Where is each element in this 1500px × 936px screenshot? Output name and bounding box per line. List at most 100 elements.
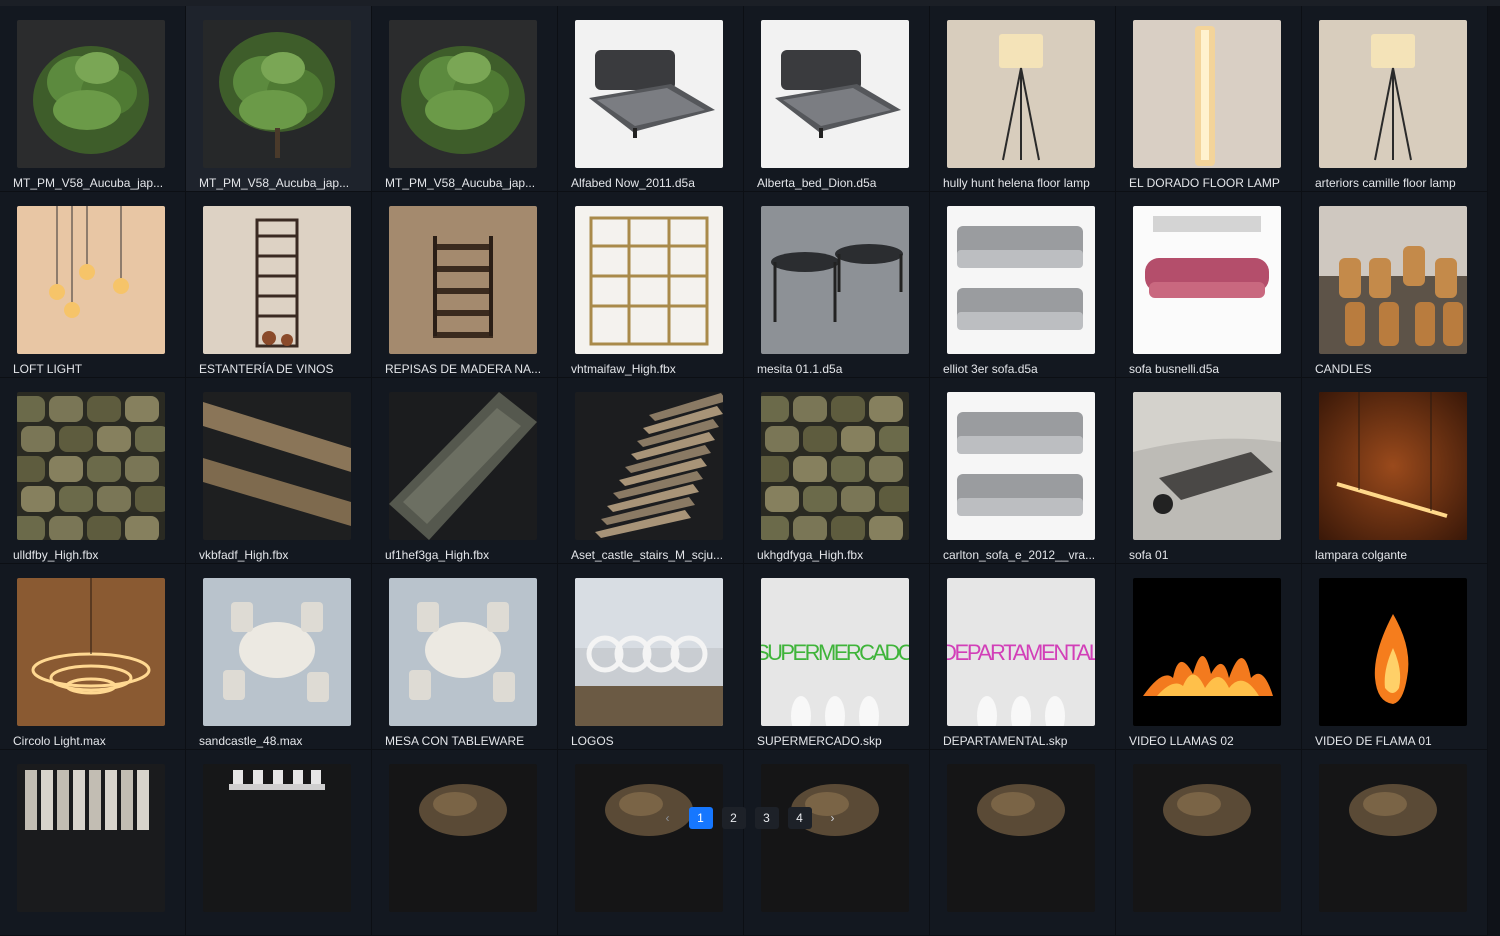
asset-card[interactable]: sofa busnelli.d5a (1116, 192, 1302, 378)
bed-icon (761, 20, 909, 168)
asset-card[interactable]: vhtmaifaw_High.fbx (558, 192, 744, 378)
asset-name: elliot 3er sofa.d5a (943, 362, 1038, 376)
asset-card[interactable]: lampara colgante (1302, 378, 1488, 564)
rock-icon (575, 764, 723, 912)
asset-card[interactable]: arteriors camille floor lamp (1302, 6, 1488, 192)
plant-dark-icon (17, 20, 165, 168)
bed-icon (575, 20, 723, 168)
asset-name: Alfabed Now_2011.d5a (571, 176, 695, 190)
asset-card[interactable] (1302, 750, 1488, 936)
asset-name: arteriors camille floor lamp (1315, 176, 1456, 190)
asset-card[interactable]: EL DORADO FLOOR LAMP (1116, 6, 1302, 192)
asset-name: LOGOS (571, 734, 614, 748)
asset-name: MT_PM_V58_Aucuba_jap... (385, 176, 536, 190)
asset-name: VIDEO DE FLAMA 01 (1315, 734, 1432, 748)
asset-card[interactable]: mesita 01.1.d5a (744, 192, 930, 378)
asset-name: lampara colgante (1315, 548, 1408, 562)
asset-card[interactable]: hully hunt helena floor lamp (930, 6, 1116, 192)
asset-card[interactable]: sofa 01 (1116, 378, 1302, 564)
asset-card[interactable]: Alberta_bed_Dion.d5a (744, 6, 930, 192)
asset-card[interactable]: LOGOS (558, 564, 744, 750)
rock-icon (389, 764, 537, 912)
asset-name: mesita 01.1.d5a (757, 362, 843, 376)
linear-pendant-icon (1319, 392, 1467, 540)
dining-set-icon (203, 578, 351, 726)
page-button-1[interactable]: 1 (688, 807, 713, 829)
sofa-icon (947, 392, 1095, 540)
asset-name: vhtmaifaw_High.fbx (571, 362, 676, 376)
asset-card[interactable] (744, 750, 930, 936)
asset-name: sofa 01 (1129, 548, 1169, 562)
asset-card[interactable]: sandcastle_48.max (186, 564, 372, 750)
asset-card[interactable]: uf1hef3ga_High.fbx (372, 378, 558, 564)
asset-card[interactable]: Circolo Light.max (0, 564, 186, 750)
asset-card[interactable]: ukhgdfyga_High.fbx (744, 378, 930, 564)
daybed-icon (1133, 392, 1281, 540)
asset-card[interactable]: ulldfby_High.fbx (0, 378, 186, 564)
column-lamp-icon (1133, 20, 1281, 168)
sofa-icon (947, 206, 1095, 354)
asset-name: CANDLES (1315, 362, 1372, 376)
asset-name: Circolo Light.max (13, 734, 106, 748)
asset-card[interactable]: ESTANTERÍA DE VINOS (186, 192, 372, 378)
asset-name: uf1hef3ga_High.fbx (385, 548, 490, 562)
stairs-icon (575, 392, 723, 540)
asset-card[interactable]: MT_PM_V58_Aucuba_jap... (372, 6, 558, 192)
svg-text:SUPERMERCADO: SUPERMERCADO (761, 640, 909, 665)
rock-icon (1319, 764, 1467, 912)
asset-name: MT_PM_V58_Aucuba_jap... (199, 176, 350, 190)
stone-wall-icon (17, 392, 165, 540)
sign-text-icon: DEPARTAMENTAL (947, 578, 1095, 726)
asset-card[interactable]: VIDEO DE FLAMA 01 (1302, 564, 1488, 750)
asset-card[interactable] (930, 750, 1116, 936)
floor-lamp-icon (947, 20, 1095, 168)
side-tables-icon (761, 206, 909, 354)
asset-card[interactable]: SUPERMERCADO SUPERMERCADO.skp (744, 564, 930, 750)
asset-card[interactable] (1116, 750, 1302, 936)
asset-card[interactable]: vkbfadf_High.fbx (186, 378, 372, 564)
page-button-4[interactable]: 4 (787, 807, 812, 829)
asset-name: MT_PM_V58_Aucuba_jap... (13, 176, 164, 190)
page-button-2[interactable]: 2 (721, 807, 746, 829)
curtain-icon (17, 764, 165, 912)
tableware-icon (203, 764, 351, 912)
asset-card[interactable] (0, 750, 186, 936)
asset-name: MESA CON TABLEWARE (385, 734, 525, 748)
asset-card[interactable]: LOFT LIGHT (0, 192, 186, 378)
asset-card[interactable]: CANDLES (1302, 192, 1488, 378)
wall-shelves-icon (389, 206, 537, 354)
prev-page-button[interactable]: ‹ (656, 807, 680, 829)
asset-name: hully hunt helena floor lamp (943, 176, 1090, 190)
asset-name: EL DORADO FLOOR LAMP (1129, 176, 1280, 190)
asset-card[interactable]: MESA CON TABLEWARE (372, 564, 558, 750)
shelf-frame-icon (575, 206, 723, 354)
asset-name: carlton_sofa_e_2012__vra... (943, 548, 1096, 562)
asset-card[interactable]: MT_PM_V58_Aucuba_jap... (0, 6, 186, 192)
asset-name: ESTANTERÍA DE VINOS (199, 362, 334, 376)
asset-card[interactable] (186, 750, 372, 936)
asset-card[interactable] (372, 750, 558, 936)
asset-name: ukhgdfyga_High.fbx (757, 548, 864, 562)
asset-card[interactable]: MT_PM_V58_Aucuba_jap... (186, 6, 372, 192)
plant-tree-icon (203, 20, 351, 168)
next-page-button[interactable]: › (821, 807, 845, 829)
pagination: ‹ 1 2 3 4 › (0, 806, 1500, 829)
asset-name: Alberta_bed_Dion.d5a (757, 176, 877, 190)
asset-card[interactable]: REPISAS DE MADERA NA... (372, 192, 558, 378)
asset-card[interactable]: Alfabed Now_2011.d5a (558, 6, 744, 192)
asset-name: DEPARTAMENTAL.skp (943, 734, 1068, 748)
page-button-3[interactable]: 3 (754, 807, 779, 829)
asset-card[interactable]: elliot 3er sofa.d5a (930, 192, 1116, 378)
rock-icon (1133, 764, 1281, 912)
asset-card[interactable]: DEPARTAMENTAL DEPARTAMENTAL.skp (930, 564, 1116, 750)
asset-card[interactable] (558, 750, 744, 936)
asset-card[interactable]: carlton_sofa_e_2012__vra... (930, 378, 1116, 564)
logo-rings-icon (575, 578, 723, 726)
asset-name: SUPERMERCADO.skp (757, 734, 882, 748)
asset-name: sandcastle_48.max (199, 734, 303, 748)
flame-icon (1319, 578, 1467, 726)
asset-card[interactable]: VIDEO LLAMAS 02 (1116, 564, 1302, 750)
wood-beams-icon (203, 392, 351, 540)
asset-card[interactable]: Aset_castle_stairs_M_scju... (558, 378, 744, 564)
stone-wall-icon (761, 392, 909, 540)
